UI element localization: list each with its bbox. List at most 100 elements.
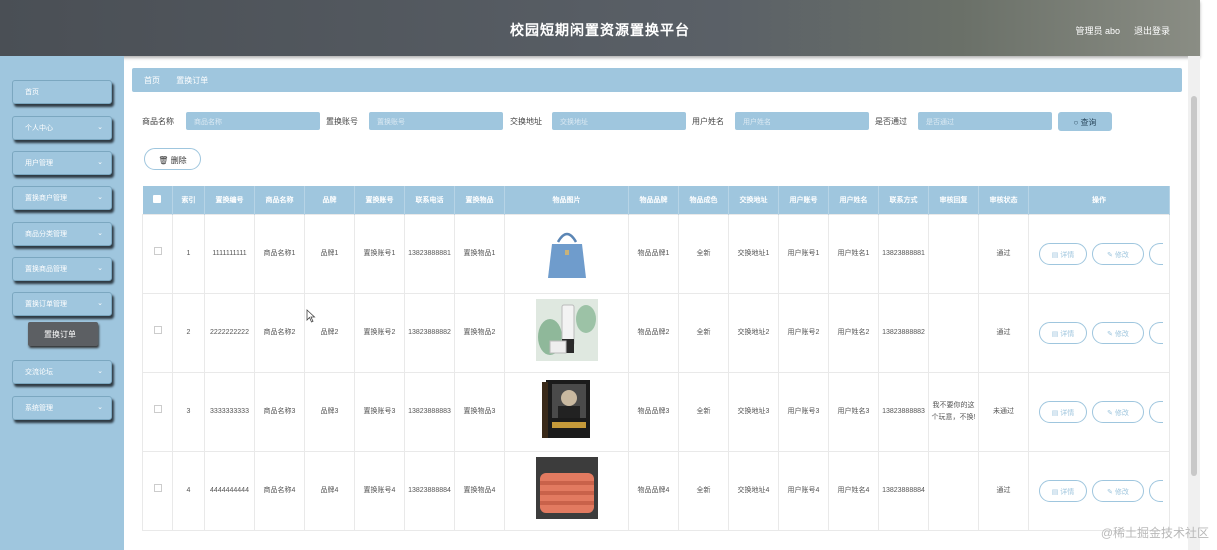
detail-button[interactable]: ▤ 详情 <box>1039 321 1087 344</box>
cell-phone: 13823888881 <box>404 213 455 294</box>
sidebar-item-users[interactable]: 用户管理 ⌄ <box>12 151 112 175</box>
account-input[interactable]: 置换账号 <box>369 112 503 130</box>
query-button[interactable]: ○ 查询 <box>1058 112 1112 131</box>
sidebar-item-label: 置换商户管理 <box>25 195 67 202</box>
delete-button-label: 删除 <box>170 156 187 165</box>
column-header: 用户账号 <box>778 186 829 214</box>
row-checkbox[interactable] <box>142 292 173 373</box>
delete-button[interactable]: 🗑 删除 <box>144 148 201 170</box>
sidebar-item-label: 交流论坛 <box>25 369 53 376</box>
sidebar-item-personal[interactable]: 个人中心 ⌄ <box>12 116 112 140</box>
top-header: 校园短期闲置资源置换平台 管理员 abo 退出登录 <box>0 0 1200 56</box>
row-checkbox[interactable] <box>142 213 173 294</box>
detail-button[interactable]: ▤ 详情 <box>1039 400 1087 423</box>
field-label: 是否通过 <box>875 117 907 126</box>
field-label: 商品名称 <box>142 117 174 126</box>
sidebar-item-system[interactable]: 系统管理 ⌄ <box>12 396 112 420</box>
cell-phone: 13823888883 <box>404 371 455 452</box>
table-row[interactable]: 4 4444444444 商品名称4 品牌4 置换账号4 13823888884 置换物品4… <box>142 450 1170 531</box>
user-name-input[interactable]: 用户姓名 <box>735 112 869 130</box>
edit-button[interactable]: ✎ 修改 <box>1092 479 1144 502</box>
field-label: 用户姓名 <box>692 117 724 126</box>
select-all-checkbox[interactable] <box>142 186 173 214</box>
row-checkbox[interactable] <box>142 450 173 531</box>
table-row[interactable]: 3 3333333333 商品名称3 品牌3 置换账号3 13823888883 置换物品3… <box>142 371 1170 452</box>
detail-button[interactable]: ▤ 详情 <box>1039 242 1087 265</box>
cell-address: 交换地址3 <box>728 371 779 452</box>
sidebar-item-merchants[interactable]: 置换商户管理 ⌄ <box>12 186 112 210</box>
approved-input[interactable]: 是否通过 <box>918 112 1052 130</box>
column-header: 联系方式 <box>878 186 929 214</box>
cell-review-reply <box>928 213 979 294</box>
product-name-input[interactable]: 商品名称 <box>186 112 320 130</box>
document-icon: ▤ <box>1051 330 1059 338</box>
edit-button[interactable]: ✎ 修改 <box>1092 242 1144 265</box>
cell-exchange-code: 4444444444 <box>204 450 255 531</box>
column-header: 物品品牌 <box>628 186 679 214</box>
address-input[interactable]: 交换地址 <box>552 112 686 130</box>
sidebar: 首页 个人中心 ⌄ 用户管理 ⌄ 置换商户管理 ⌄ 商品分类管理 ⌄ 置换商品管理 ⌄ 置… <box>0 56 124 550</box>
sidebar-item-label: 个人中心 <box>25 125 53 132</box>
cell-exchange-account: 置换账号2 <box>354 292 405 373</box>
edit-button[interactable]: ✎ 修改 <box>1092 321 1144 344</box>
logout-link[interactable]: 退出登录 <box>1134 24 1170 37</box>
sidebar-item-home[interactable]: 首页 <box>12 80 112 104</box>
cell-exchange-item: 置换物品2 <box>454 292 505 373</box>
delete-row-button[interactable] <box>1149 479 1163 502</box>
cell-phone: 13823888884 <box>404 450 455 531</box>
column-header: 索引 <box>172 186 205 214</box>
cell-item-brand: 物品品牌3 <box>628 371 679 452</box>
chevron-down-icon: ⌄ <box>97 368 103 375</box>
handbag-image[interactable] <box>536 220 598 282</box>
cell-index: 4 <box>172 450 205 531</box>
column-header: 置换账号 <box>354 186 405 214</box>
cell-brand: 品牌2 <box>304 292 355 373</box>
blanket-image[interactable] <box>535 457 598 519</box>
delete-row-button[interactable] <box>1149 400 1163 423</box>
sidebar-subitem-orders[interactable]: 置换订单 <box>28 322 98 346</box>
mouse-cursor-icon <box>306 309 316 323</box>
breadcrumb-current: 置换订单 <box>176 76 209 85</box>
table-row[interactable]: 1 1111111111 商品名称1 品牌1 置换账号1 13823888881 置换物品1… <box>142 213 1170 294</box>
cell-contact: 13823888883 <box>878 371 929 452</box>
sidebar-item-categories[interactable]: 商品分类管理 ⌄ <box>12 222 112 246</box>
sidebar-item-products[interactable]: 置换商品管理 ⌄ <box>12 257 112 281</box>
cell-contact: 13823888884 <box>878 450 929 531</box>
sidebar-item-orders[interactable]: 置换订单管理 ⌄ <box>12 292 112 316</box>
sidebar-item-label: 商品分类管理 <box>25 231 67 238</box>
breadcrumb-home[interactable]: 首页 <box>144 76 160 85</box>
column-header: 置换物品 <box>454 186 505 214</box>
cell-user-account: 用户账号3 <box>778 371 829 452</box>
delete-row-button[interactable] <box>1149 242 1163 265</box>
chevron-down-icon: ⌄ <box>97 230 103 237</box>
edit-label: 修改 <box>1114 409 1129 417</box>
delete-row-button[interactable] <box>1149 321 1163 344</box>
scrollbar-thumb[interactable] <box>1191 96 1197 476</box>
row-checkbox[interactable] <box>142 371 173 452</box>
column-header: 联系电话 <box>404 186 455 214</box>
detail-button[interactable]: ▤ 详情 <box>1039 479 1087 502</box>
cell-user-name: 用户姓名1 <box>828 213 879 294</box>
book-image[interactable] <box>536 378 598 440</box>
edit-icon: ✎ <box>1107 330 1113 338</box>
column-header: 商品名称 <box>254 186 305 214</box>
field-label: 置换账号 <box>326 117 358 126</box>
vertical-scrollbar[interactable] <box>1188 56 1200 550</box>
edit-button[interactable]: ✎ 修改 <box>1092 400 1144 423</box>
detail-label: 详情 <box>1060 488 1075 496</box>
sidebar-item-forum[interactable]: 交流论坛 ⌄ <box>12 360 112 384</box>
edit-icon: ✎ <box>1107 409 1113 417</box>
column-header: 审核状态 <box>978 186 1029 214</box>
cell-user-name: 用户姓名2 <box>828 292 879 373</box>
watermark: @稀土掘金技术社区 <box>1100 526 1209 540</box>
cell-user-name: 用户姓名4 <box>828 450 879 531</box>
cell-actions: ▤ 详情 ✎ 修改 <box>1028 292 1170 373</box>
search-icon: ○ <box>1073 118 1079 127</box>
cell-item-image <box>504 292 629 373</box>
cosmetics-image[interactable] <box>535 299 598 361</box>
field-label: 交换地址 <box>510 117 542 126</box>
cell-exchange-account: 置换账号3 <box>354 371 405 452</box>
cell-contact: 13823888881 <box>878 213 929 294</box>
cell-brand: 品牌3 <box>304 371 355 452</box>
table-row[interactable]: 2 2222222222 商品名称2 品牌2 置换账号2 13823888882 置换物品2… <box>142 292 1170 373</box>
